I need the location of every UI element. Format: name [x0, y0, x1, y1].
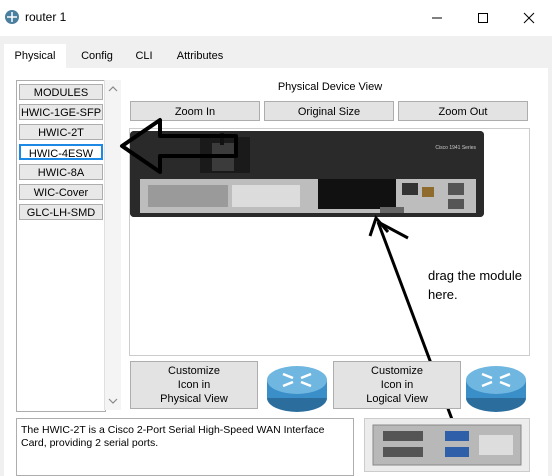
module-description: The HWIC-2T is a Cisco 2-Port Serial Hig…	[16, 418, 354, 476]
drag-instruction-line2: here.	[428, 287, 458, 302]
module-preview-image	[364, 418, 530, 472]
drag-instruction-line1: drag the module	[428, 268, 522, 283]
customize-physical-line1: Customize	[168, 365, 220, 377]
customize-physical-line2: Icon in	[177, 379, 211, 391]
customize-logical-line3: Logical View	[366, 393, 428, 405]
customize-physical-line3: Physical View	[160, 393, 228, 405]
router-physical-icon	[265, 358, 329, 414]
drag-instruction: drag the module here.	[428, 266, 522, 304]
router-logical-icon	[464, 358, 528, 414]
customize-logical-icon-button[interactable]: Customize Icon in Logical View	[333, 361, 461, 409]
customize-physical-icon-button[interactable]: Customize Icon in Physical View	[130, 361, 258, 409]
customize-logical-line1: Customize	[371, 365, 423, 377]
customize-logical-line2: Icon in	[380, 379, 414, 391]
